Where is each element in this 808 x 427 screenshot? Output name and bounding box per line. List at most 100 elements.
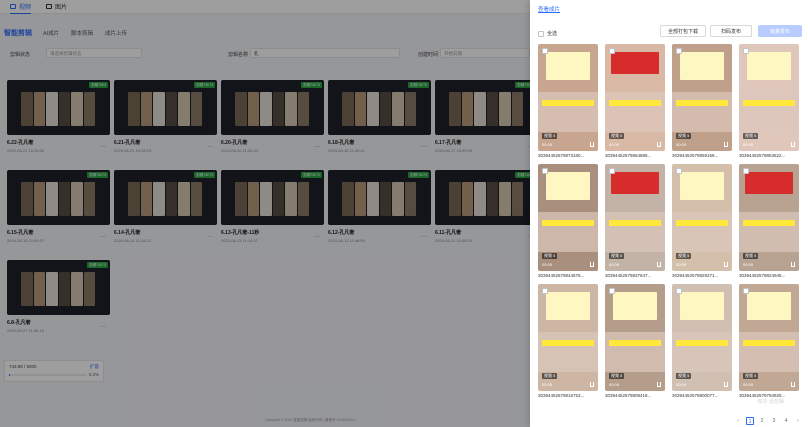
- tile-checkbox[interactable]: [542, 288, 548, 294]
- video-preview[interactable]: 视频 5 00:09: [672, 284, 732, 391]
- blurred-region: [605, 212, 665, 252]
- select-all-checkbox[interactable]: [538, 30, 544, 37]
- subtitle-bar: [676, 100, 728, 106]
- caption-overlay: [546, 292, 590, 320]
- tile-checkbox[interactable]: [609, 168, 615, 174]
- download-icon[interactable]: [791, 142, 795, 147]
- download-icon[interactable]: [657, 142, 661, 147]
- video-filename: 30394452579864886...: [605, 153, 652, 158]
- tile-checkbox[interactable]: [542, 168, 548, 174]
- prev-page-button[interactable]: ‹: [734, 417, 742, 425]
- subtitle-bar: [676, 340, 728, 346]
- video-preview[interactable]: 视频 5 00:09: [538, 164, 598, 271]
- video-tile[interactable]: 视频 5 00:09 30394452579873180...: [538, 44, 598, 158]
- video-tile[interactable]: 视频 5 00:09 30394452579816753...: [538, 284, 598, 398]
- caption-overlay: [680, 172, 724, 200]
- video-tag: 视频 5: [542, 253, 558, 259]
- video-preview[interactable]: 视频 5 00:09: [672, 44, 732, 151]
- select-all[interactable]: 全选: [538, 30, 557, 37]
- caption-overlay: [546, 172, 590, 200]
- subtitle-bar: [542, 100, 594, 106]
- subtitle-bar: [609, 220, 661, 226]
- video-tile[interactable]: 视频 5 00:09 30394452579837647...: [605, 164, 665, 278]
- video-duration: 00:09: [609, 262, 620, 267]
- tile-checkbox[interactable]: [542, 48, 548, 54]
- video-duration: 00:09: [743, 262, 754, 267]
- video-duration: 00:09: [676, 142, 687, 147]
- tile-checkbox[interactable]: [743, 168, 749, 174]
- next-page-button[interactable]: ›: [794, 417, 802, 425]
- tile-checkbox[interactable]: [676, 288, 682, 294]
- tile-checkbox[interactable]: [676, 168, 682, 174]
- modal-overlay[interactable]: [0, 0, 530, 427]
- video-tile[interactable]: 视频 5 00:09 30394452579808418...: [605, 284, 665, 398]
- video-preview[interactable]: 视频 5 00:09: [672, 164, 732, 271]
- download-icon[interactable]: [657, 382, 661, 387]
- tile-checkbox[interactable]: [676, 48, 682, 54]
- video-tag: 视频 5: [743, 373, 759, 379]
- download-icon[interactable]: [791, 262, 795, 267]
- video-preview[interactable]: 视频 5 00:09: [538, 284, 598, 391]
- tile-checkbox[interactable]: [743, 48, 749, 54]
- caption-overlay: [611, 172, 659, 194]
- caption-overlay: [546, 52, 590, 80]
- batch-publish-button[interactable]: 批量发布: [758, 25, 802, 37]
- video-tile[interactable]: 视频 5 00:09 30394452579794925...: [739, 284, 799, 398]
- video-tile[interactable]: 视频 5 00:09 30394452579864886...: [605, 44, 665, 158]
- download-icon[interactable]: [590, 382, 594, 387]
- video-filename: 30394452579859158...: [672, 153, 719, 158]
- download-icon[interactable]: [791, 382, 795, 387]
- video-tag: 视频 5: [676, 253, 692, 259]
- download-icon[interactable]: [724, 262, 728, 267]
- subtitle-bar: [609, 100, 661, 106]
- video-duration: 00:09: [743, 142, 754, 147]
- video-preview[interactable]: 视频 5 00:09: [605, 284, 665, 391]
- video-duration: 00:09: [609, 142, 620, 147]
- video-tile[interactable]: 视频 5 00:09 30394452579859158...: [672, 44, 732, 158]
- tile-checkbox[interactable]: [609, 48, 615, 54]
- download-icon[interactable]: [657, 262, 661, 267]
- page-2[interactable]: 2: [758, 417, 766, 425]
- caption-overlay: [611, 52, 659, 74]
- tile-checkbox[interactable]: [743, 288, 749, 294]
- caption-overlay: [680, 52, 724, 80]
- video-tile[interactable]: 视频 5 00:09 30394452579824945...: [739, 164, 799, 278]
- video-filename: 30394452579853622...: [739, 153, 786, 158]
- tile-checkbox[interactable]: [609, 288, 615, 294]
- blurred-region: [605, 92, 665, 132]
- video-tag: 视频 5: [743, 253, 759, 259]
- page-4[interactable]: 4: [782, 417, 790, 425]
- blurred-region: [538, 212, 598, 252]
- caption-overlay: [745, 172, 793, 194]
- scan-publish-button[interactable]: 扫码发布: [710, 25, 752, 37]
- video-filename: 30394452579829271...: [672, 273, 719, 278]
- video-tile[interactable]: 视频 5 00:09 30394452579853622...: [739, 44, 799, 158]
- blurred-region: [672, 212, 732, 252]
- blurred-region: [739, 212, 799, 252]
- video-duration: 00:09: [676, 262, 687, 267]
- download-icon[interactable]: [590, 262, 594, 267]
- video-tag: 视频 5: [676, 133, 692, 139]
- video-tag: 视频 5: [609, 253, 625, 259]
- video-tile[interactable]: 视频 5 00:09 30394452579844576...: [538, 164, 598, 278]
- drawer-title: 查看成片: [538, 7, 561, 13]
- subtitle-bar: [542, 220, 594, 226]
- download-icon[interactable]: [724, 142, 728, 147]
- video-preview[interactable]: 视频 5 00:09: [739, 164, 799, 271]
- caption-overlay: [747, 52, 791, 80]
- download-icon[interactable]: [590, 142, 594, 147]
- video-preview[interactable]: 视频 5 00:09: [739, 284, 799, 391]
- video-tag: 视频 5: [609, 133, 625, 139]
- video-tile[interactable]: 视频 5 00:09 30394452579829271...: [672, 164, 732, 278]
- video-preview[interactable]: 视频 5 00:09: [605, 44, 665, 151]
- video-tile[interactable]: 视频 5 00:09 30394452579800077...: [672, 284, 732, 398]
- video-preview[interactable]: 视频 5 00:09: [739, 44, 799, 151]
- video-preview[interactable]: 视频 5 00:09: [605, 164, 665, 271]
- download-icon[interactable]: [724, 382, 728, 387]
- page-3[interactable]: 3: [770, 417, 778, 425]
- blurred-region: [672, 332, 732, 372]
- page-1[interactable]: 1: [746, 417, 754, 425]
- video-tag: 视频 5: [542, 373, 558, 379]
- download-all-button[interactable]: 全部打包下载: [660, 25, 706, 37]
- video-preview[interactable]: 视频 5 00:09: [538, 44, 598, 151]
